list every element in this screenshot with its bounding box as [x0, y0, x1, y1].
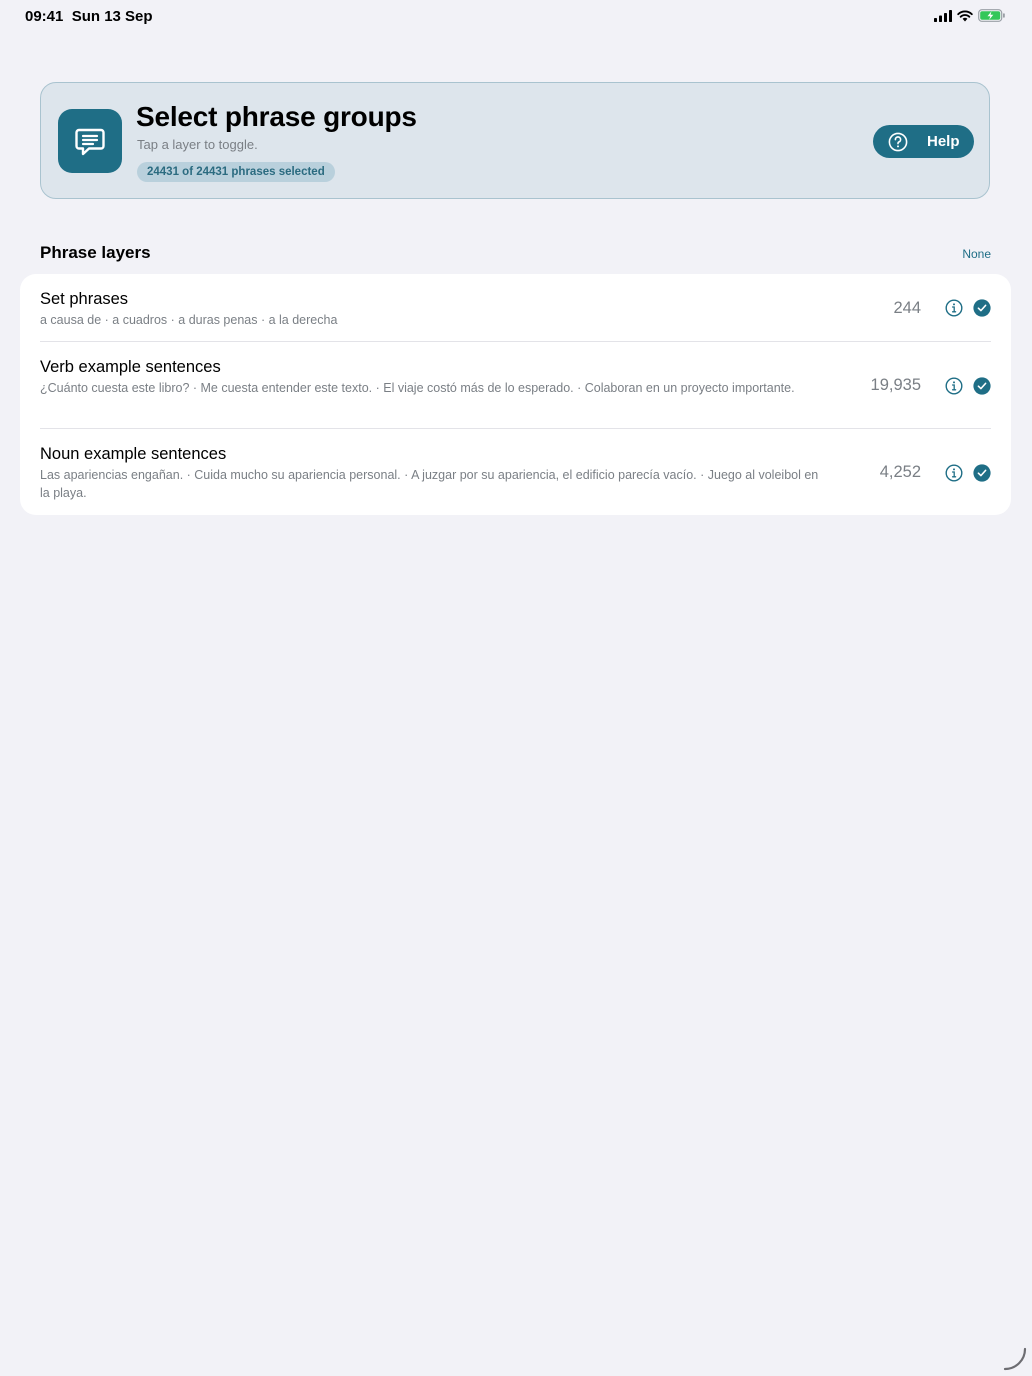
- status-icons: [934, 9, 1006, 22]
- signal-icon: [934, 9, 952, 22]
- status-time: 09:41 Sun 13 Sep: [25, 8, 153, 25]
- selection-count-badge: 24431 of 24431 phrases selected: [137, 162, 335, 182]
- layer-row-noun-example-sentences[interactable]: Noun example sentences Las apariencias e…: [40, 428, 991, 516]
- battery-charging-icon: [978, 9, 1005, 22]
- status-bar: 09:41 Sun 13 Sep: [0, 0, 1032, 34]
- page-title: Select phrase groups: [136, 101, 417, 132]
- section-title: Phrase layers: [40, 243, 151, 262]
- layers-list: Set phrases a causa de · a cuadros · a d…: [20, 274, 1011, 515]
- header-card: Select phrase groups Tap a layer to togg…: [40, 82, 990, 199]
- checkmark-circle-icon[interactable]: [973, 377, 991, 395]
- info-icon[interactable]: [945, 464, 963, 482]
- info-icon[interactable]: [945, 299, 963, 317]
- layer-examples: ¿Cuánto cuesta este libro? · Me cuesta e…: [40, 381, 795, 395]
- checkmark-circle-icon[interactable]: [973, 464, 991, 482]
- resize-handle-icon[interactable]: [1003, 1347, 1027, 1371]
- help-button[interactable]: Help: [873, 125, 974, 158]
- chat-bubble-icon: [58, 109, 122, 173]
- layer-title: Noun example sentences: [40, 445, 227, 463]
- layer-title: Set phrases: [40, 290, 129, 308]
- help-label: Help: [927, 133, 960, 150]
- wifi-icon: [957, 10, 973, 21]
- question-circle-icon: [888, 132, 908, 152]
- layer-title: Verb example sentences: [40, 358, 221, 376]
- layer-examples: a causa de · a cuadros · a duras penas ·…: [40, 313, 338, 327]
- layer-row-verb-example-sentences[interactable]: Verb example sentences ¿Cuánto cuesta es…: [40, 341, 991, 428]
- layer-examples: Las apariencias engañan. · Cuida mucho s…: [40, 468, 819, 500]
- select-none-button[interactable]: None: [962, 247, 991, 261]
- layer-count: 19,935: [870, 376, 921, 394]
- page-subtitle: Tap a layer to toggle.: [137, 137, 258, 152]
- layer-row-set-phrases[interactable]: Set phrases a causa de · a cuadros · a d…: [40, 274, 991, 341]
- layer-count: 244: [893, 299, 921, 317]
- layer-count: 4,252: [879, 463, 921, 481]
- info-icon[interactable]: [945, 377, 963, 395]
- checkmark-circle-icon[interactable]: [973, 299, 991, 317]
